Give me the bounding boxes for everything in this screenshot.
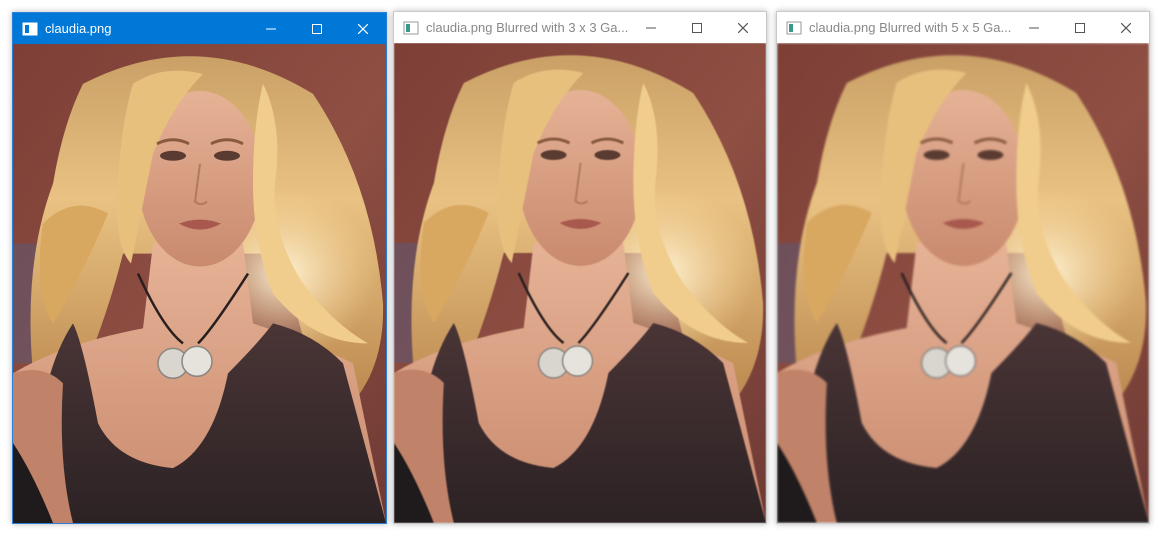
window-title: claudia.png Blurred with 3 x 3 Ga... xyxy=(426,20,629,35)
close-button[interactable] xyxy=(340,13,386,44)
window-title: claudia.png xyxy=(45,21,112,36)
image-window-blur-5x5[interactable]: claudia.png Blurred with 5 x 5 Ga... xyxy=(776,11,1150,524)
maximize-button[interactable] xyxy=(294,13,340,44)
portrait-image-blurred xyxy=(777,43,1149,523)
maximize-icon xyxy=(312,23,322,34)
minimize-button[interactable] xyxy=(248,13,294,44)
image-canvas xyxy=(777,43,1149,523)
image-canvas xyxy=(13,44,386,523)
app-icon xyxy=(403,21,419,34)
close-button[interactable] xyxy=(1103,12,1149,43)
minimize-icon xyxy=(266,28,276,29)
close-button[interactable] xyxy=(720,12,766,43)
portrait-image xyxy=(13,44,386,523)
minimize-icon xyxy=(646,27,656,28)
maximize-button[interactable] xyxy=(1057,12,1103,43)
close-icon xyxy=(738,22,748,33)
image-window-original[interactable]: claudia.png xyxy=(12,12,387,524)
app-icon xyxy=(786,21,802,34)
maximize-button[interactable] xyxy=(674,12,720,43)
minimize-button[interactable] xyxy=(1011,12,1057,43)
titlebar[interactable]: claudia.png Blurred with 5 x 5 Ga... xyxy=(777,12,1149,43)
image-canvas xyxy=(394,43,766,523)
close-icon xyxy=(358,23,368,34)
minimize-icon xyxy=(1029,27,1039,28)
maximize-icon xyxy=(692,22,702,33)
close-icon xyxy=(1121,22,1131,33)
minimize-button[interactable] xyxy=(628,12,674,43)
maximize-icon xyxy=(1075,22,1085,33)
portrait-image-blurred xyxy=(394,43,766,523)
image-window-blur-3x3[interactable]: claudia.png Blurred with 3 x 3 Ga... xyxy=(393,11,767,524)
titlebar[interactable]: claudia.png Blurred with 3 x 3 Ga... xyxy=(394,12,766,43)
titlebar[interactable]: claudia.png xyxy=(13,13,386,44)
window-title: claudia.png Blurred with 5 x 5 Ga... xyxy=(809,20,1012,35)
app-icon xyxy=(22,22,38,35)
